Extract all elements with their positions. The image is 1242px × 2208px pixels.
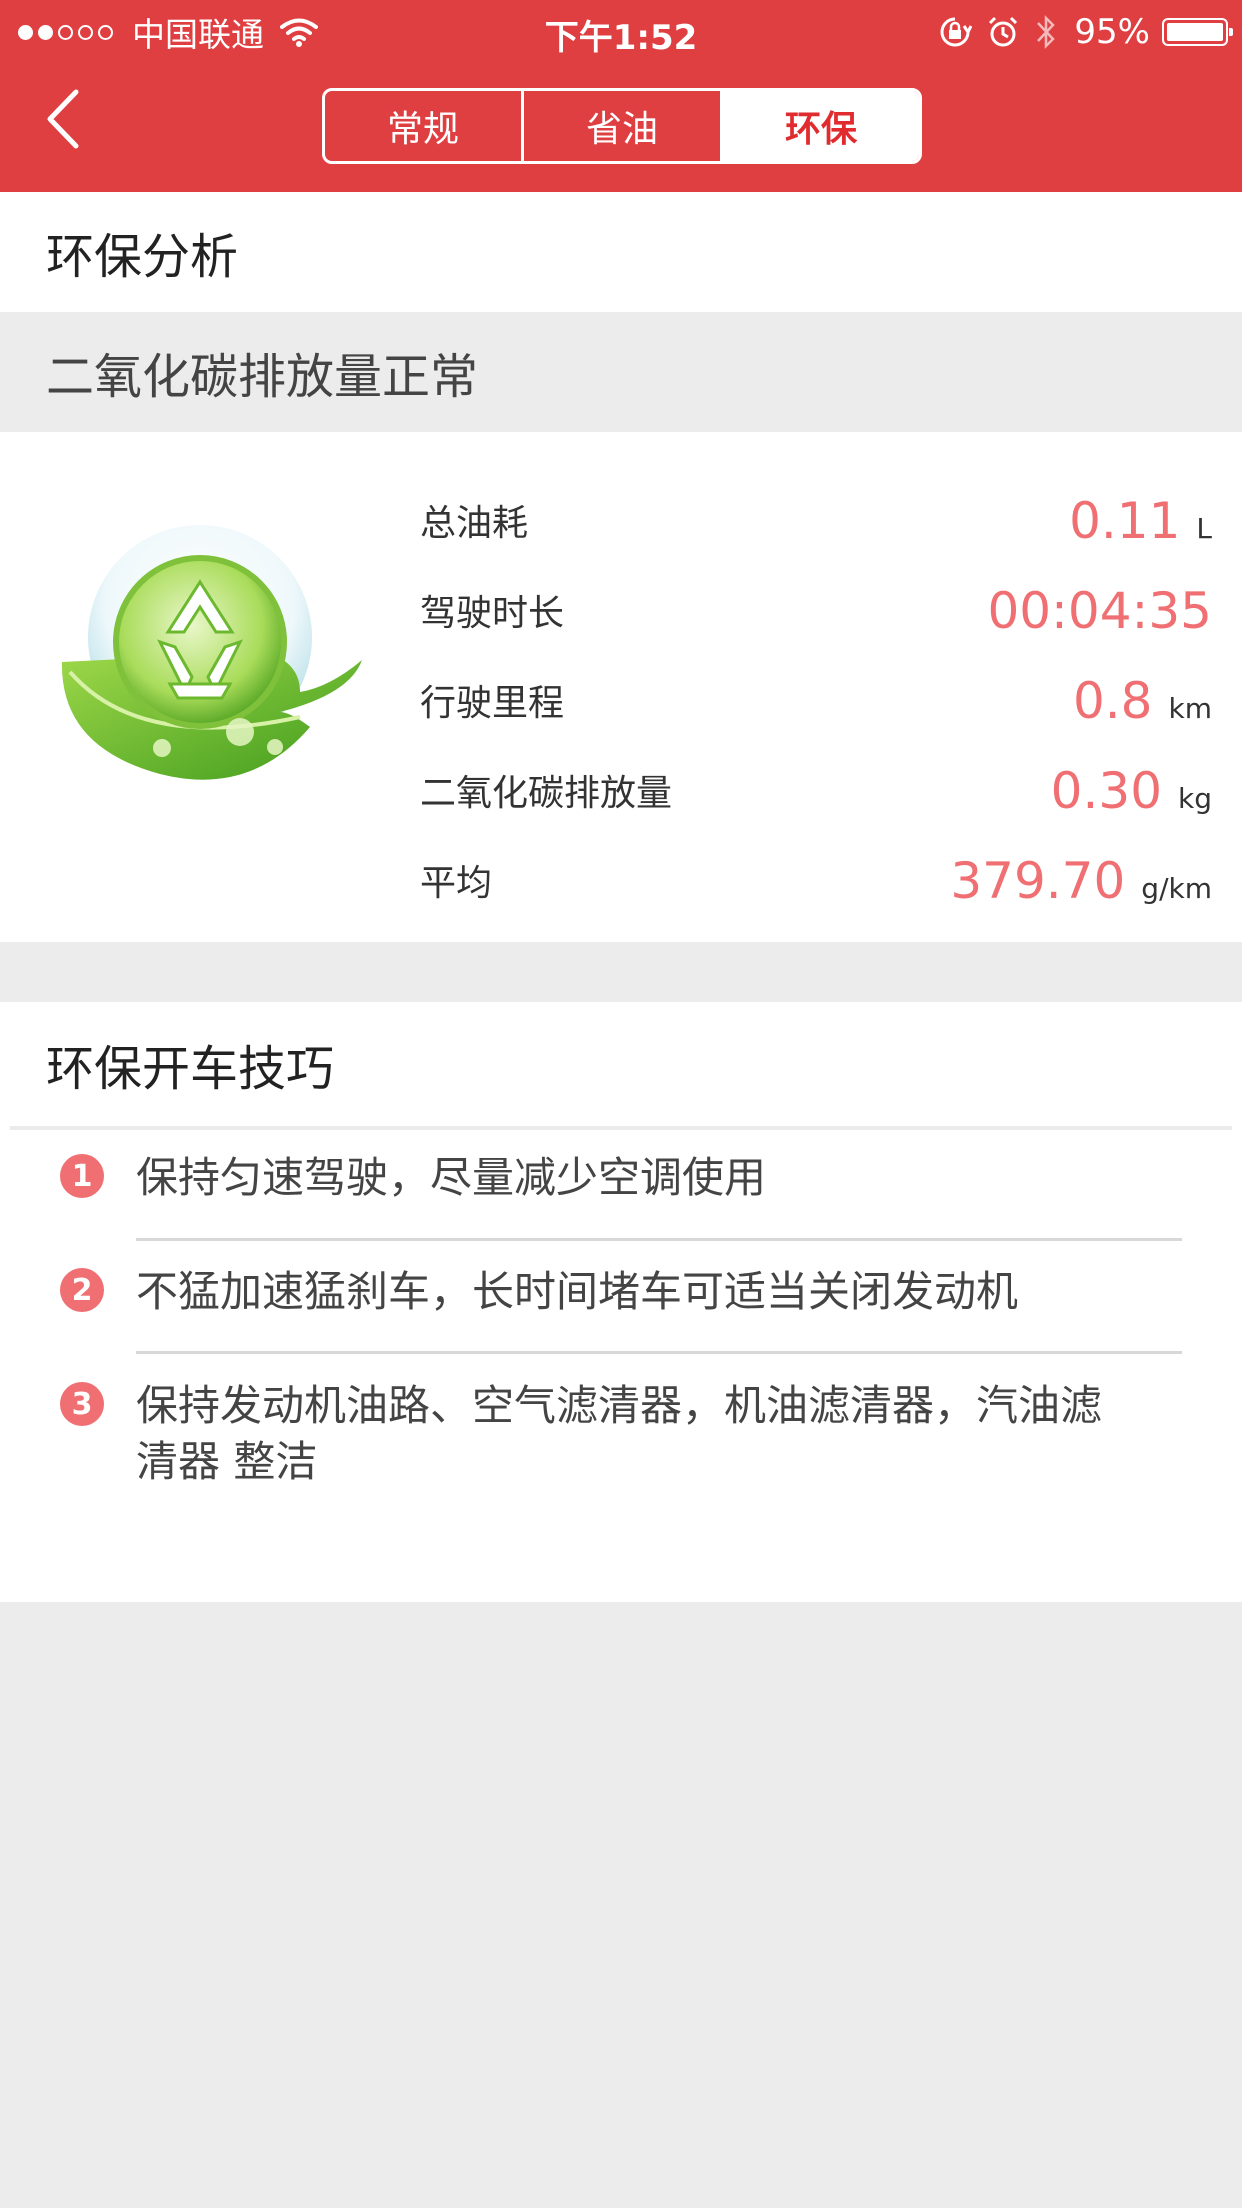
stat-value: 0.11 (1069, 492, 1181, 550)
alarm-icon (989, 16, 1018, 47)
battery-percentage: 95% (1074, 12, 1150, 52)
tab-fuel-saving[interactable]: 省油 (521, 91, 720, 161)
stat-label: 行驶里程 (420, 683, 565, 724)
status-bar: 中国联通 下午1:52 95% (0, 0, 1242, 64)
stat-unit: km (1168, 692, 1213, 725)
mode-tabs: 常规 省油 环保 (322, 88, 922, 164)
stat-unit: L (1196, 512, 1212, 545)
divider (10, 1126, 1232, 1130)
stat-row-total-fuel: 总油耗 0.11 L (420, 470, 1212, 560)
tips-panel: 1 保持匀速驾驶，尽量减少空调使用 2 不猛加速猛刹车，长时间堵车可适当关闭发动… (0, 1126, 1242, 1602)
emission-status: 二氧化碳排放量正常 (0, 312, 1242, 432)
battery-icon (1162, 18, 1233, 46)
app-header: 中国联通 下午1:52 95% 常规 省油 环保 (0, 0, 1242, 192)
stat-unit: g/km (1141, 872, 1212, 905)
tab-regular[interactable]: 常规 (325, 91, 521, 161)
stat-label: 二氧化碳排放量 (420, 773, 673, 814)
stat-row-average: 平均 379.70 g/km (420, 830, 1212, 920)
divider (136, 1351, 1182, 1354)
stat-label: 驾驶时长 (420, 593, 565, 634)
tip-text: 不猛加速猛刹车，长时间堵车可适当关闭发动机 (136, 1267, 1019, 1316)
stat-value: 0.30 (1050, 762, 1162, 820)
stat-row-mileage: 行驶里程 0.8 km (420, 650, 1212, 740)
stat-value: 0.8 (1072, 672, 1153, 730)
stat-value: 00:04:35 (987, 582, 1212, 640)
tip-text: 保持发动机油路、空气滤清器，机油滤清器，汽油滤清器 整洁 (136, 1381, 1103, 1486)
stat-unit: kg (1178, 782, 1212, 815)
recycle-leaf-icon (61, 525, 362, 780)
rotation-lock-icon (940, 17, 973, 47)
tips-title: 环保开车技巧 (0, 1002, 1242, 1126)
back-button[interactable] (40, 84, 110, 168)
analysis-title: 环保分析 (0, 192, 1242, 312)
bluetooth-icon (1037, 14, 1056, 50)
stat-value: 379.70 (950, 852, 1126, 910)
stat-row-drive-duration: 驾驶时长 00:04:35 (420, 560, 1212, 650)
divider (136, 1238, 1182, 1241)
stats-panel: 总油耗 0.11 L 驾驶时长 00:04:35 行驶里程 0.8 km 二氧化… (0, 432, 1242, 942)
back-chevron-icon (47, 89, 79, 149)
tab-eco[interactable]: 环保 (720, 91, 919, 161)
stat-label: 总油耗 (420, 503, 529, 544)
stat-label: 平均 (420, 863, 493, 904)
stat-row-co2-emission: 二氧化碳排放量 0.30 kg (420, 740, 1212, 830)
tip-number-badge: 3 (60, 1382, 104, 1426)
tip-number-badge: 2 (60, 1268, 104, 1312)
tip-number-badge: 1 (60, 1154, 104, 1198)
tip-text: 保持匀速驾驶，尽量减少空调使用 (136, 1153, 767, 1202)
